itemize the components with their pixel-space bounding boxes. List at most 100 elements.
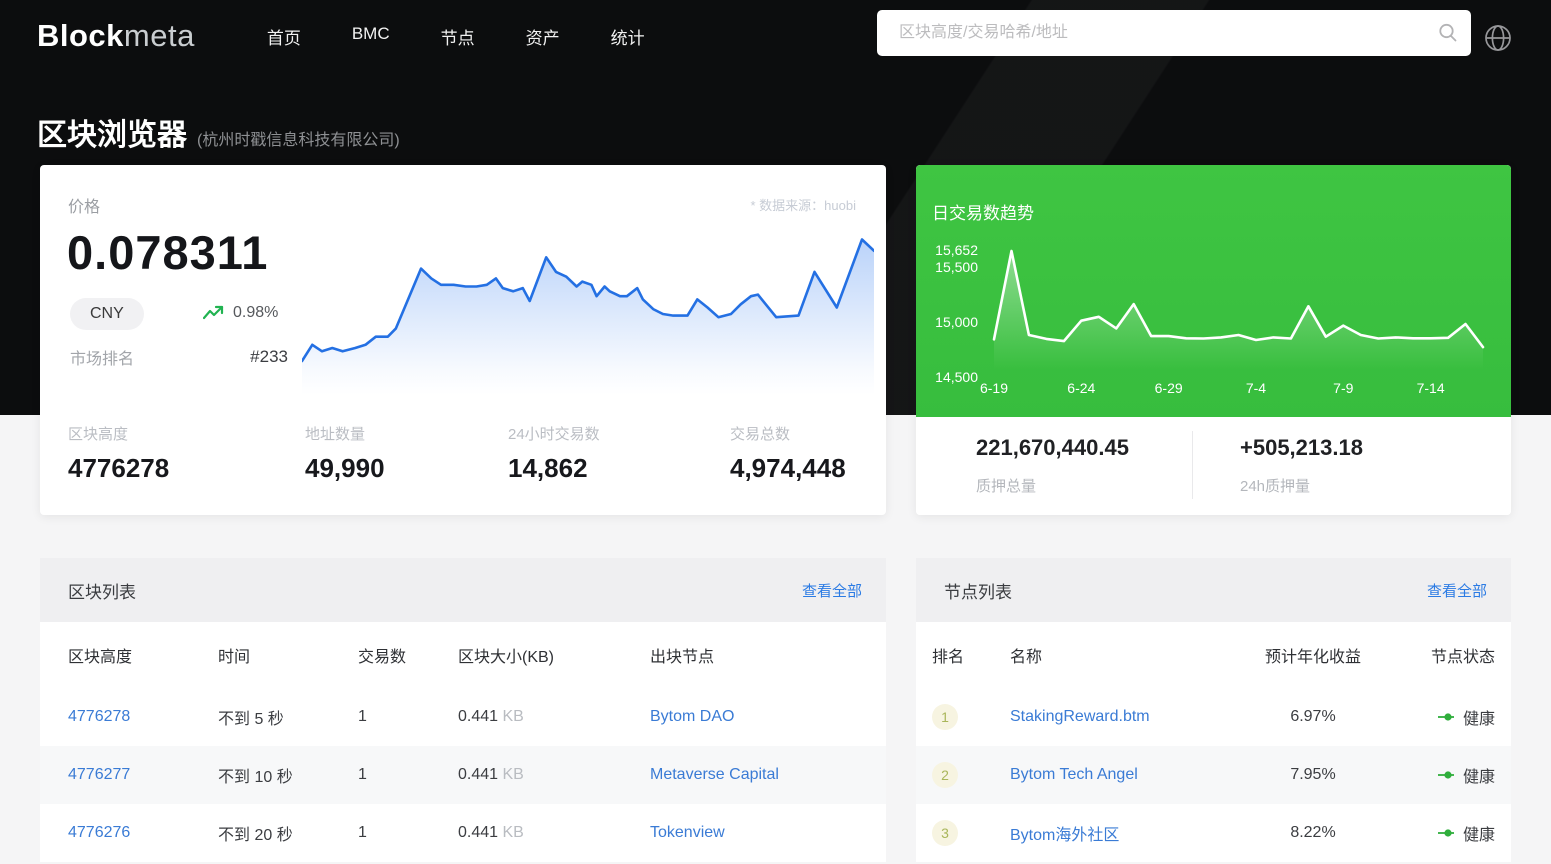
col-header-node: 出块节点	[650, 643, 886, 667]
stat-block-height: 区块高度 4776278	[68, 423, 305, 484]
block-list-title: 区块列表	[68, 578, 136, 603]
node-status-text: 健康	[1463, 821, 1495, 845]
nav-item-bmc[interactable]: BMC	[352, 24, 390, 49]
block-node-link[interactable]: Tokenview	[650, 824, 725, 841]
nav-item-stats[interactable]: 统计	[611, 24, 645, 49]
stat-total-tx: 交易总数 4,974,448	[730, 423, 866, 484]
block-height-link[interactable]: 4776277	[68, 766, 130, 783]
node-list-header: 节点列表 查看全部	[916, 558, 1511, 622]
block-size: 0.441	[458, 766, 498, 783]
chain-stats-row: 区块高度 4776278 地址数量 49,990 24小时交易数 14,862 …	[68, 423, 866, 484]
staking-total: 221,670,440.45 质押总量	[976, 435, 1129, 496]
trend-x-tick-label: 7-9	[1318, 380, 1368, 396]
col-header-name: 名称	[1010, 643, 1233, 667]
search-box	[877, 10, 1471, 56]
price-change: 0.98%	[203, 304, 278, 322]
market-rank-value: #233	[250, 347, 288, 367]
node-name-link[interactable]: Bytom海外社区	[1010, 827, 1119, 844]
node-table-header-row: 排名 名称 预计年化收益 节点状态	[916, 622, 1511, 688]
status-healthy-icon	[1437, 712, 1455, 722]
node-name-link[interactable]: StakingReward.btm	[1010, 708, 1150, 725]
block-time: 不到 5 秒	[218, 705, 358, 729]
node-table-row: 2 Bytom Tech Angel 7.95% 健康	[916, 746, 1511, 804]
block-height-link[interactable]: 4776278	[68, 708, 130, 725]
node-yield: 7.95%	[1233, 766, 1393, 784]
block-size-unit: KB	[503, 824, 524, 841]
block-node-link[interactable]: Metaverse Capital	[650, 766, 779, 783]
trending-up-icon	[203, 305, 225, 321]
currency-pill[interactable]: CNY	[70, 298, 144, 330]
node-status: 健康	[1393, 763, 1511, 787]
page-title: 区块浏览器	[37, 110, 187, 154]
trend-x-tick-label: 7-4	[1231, 380, 1281, 396]
trend-x-tick-label: 6-24	[1056, 380, 1106, 396]
block-txs: 1	[358, 708, 458, 726]
staking-24h: +505,213.18 24h质押量	[1240, 435, 1363, 496]
block-time: 不到 20 秒	[218, 821, 358, 845]
trend-chart-panel: 日交易数趋势 15,65215,50015,00014,500 6-196-24…	[916, 165, 1511, 417]
data-source-note: * 数据来源：huobi	[751, 195, 856, 214]
top-navigation-bar: Blockmeta 首页 BMC 节点 资产 统计	[0, 0, 1551, 72]
block-size-unit: KB	[503, 766, 524, 783]
stat-label: 区块高度	[68, 423, 305, 444]
price-value: 0.078311	[67, 225, 268, 280]
block-node-link[interactable]: Bytom DAO	[650, 708, 734, 725]
rank-badge: 3	[932, 820, 958, 846]
page-header: 区块浏览器 (杭州时戳信息科技有限公司)	[37, 110, 400, 154]
rank-badge: 1	[932, 704, 958, 730]
stat-address-count: 地址数量 49,990	[305, 423, 508, 484]
stat-label: 24小时交易数	[508, 423, 730, 444]
stat-24h-tx: 24小时交易数 14,862	[508, 423, 730, 484]
staking-24h-value: +505,213.18	[1240, 435, 1363, 461]
col-header-txs: 交易数	[358, 643, 458, 667]
col-header-status: 节点状态	[1393, 643, 1511, 667]
node-status: 健康	[1393, 705, 1511, 729]
nav-item-assets[interactable]: 资产	[526, 24, 560, 49]
trend-x-tick-label: 7-14	[1406, 380, 1456, 396]
page-subtitle: (杭州时戳信息科技有限公司)	[197, 126, 400, 150]
price-change-value: 0.98%	[233, 304, 278, 322]
node-yield: 6.97%	[1233, 708, 1393, 726]
col-header-time: 时间	[218, 643, 358, 667]
node-list-view-all-link[interactable]: 查看全部	[1427, 580, 1487, 601]
staking-stats: 221,670,440.45 质押总量 +505,213.18 24h质押量	[916, 417, 1511, 515]
col-header-rank: 排名	[932, 643, 1010, 667]
trend-x-tick-label: 6-19	[969, 380, 1019, 396]
globe-language-icon[interactable]	[1483, 23, 1513, 53]
node-list-section: 节点列表 查看全部 排名 名称 预计年化收益 节点状态 1 StakingRew…	[916, 558, 1511, 862]
block-time: 不到 10 秒	[218, 763, 358, 787]
nav-item-nodes[interactable]: 节点	[441, 24, 475, 49]
node-table-row: 3 Bytom海外社区 8.22% 健康	[916, 804, 1511, 862]
block-list-view-all-link[interactable]: 查看全部	[802, 580, 862, 601]
trend-y-tick-label: 15,500	[916, 259, 978, 275]
nav-item-home[interactable]: 首页	[267, 24, 301, 49]
search-input[interactable]	[877, 10, 1425, 56]
stat-value: 4,974,448	[730, 453, 866, 484]
block-size: 0.441	[458, 708, 498, 725]
vertical-divider	[1192, 431, 1193, 499]
node-yield: 8.22%	[1233, 824, 1393, 842]
block-table-row: 4776278 不到 5 秒 1 0.441 KB Bytom DAO	[40, 688, 886, 746]
block-list-header: 区块列表 查看全部	[40, 558, 886, 622]
block-txs: 1	[358, 766, 458, 784]
block-txs: 1	[358, 824, 458, 842]
rank-badge: 2	[932, 762, 958, 788]
block-height-link[interactable]: 4776276	[68, 824, 130, 841]
stat-value: 49,990	[305, 453, 508, 484]
node-table: 排名 名称 预计年化收益 节点状态 1 StakingReward.btm 6.…	[916, 622, 1511, 862]
trend-y-tick-label: 15,652	[916, 242, 978, 258]
node-list-title: 节点列表	[944, 578, 1012, 603]
node-name-link[interactable]: Bytom Tech Angel	[1010, 766, 1138, 783]
col-header-yield: 预计年化收益	[1233, 643, 1393, 667]
market-rank-label: 市场排名	[70, 345, 134, 369]
block-table: 区块高度 时间 交易数 区块大小(KB) 出块节点 4776278 不到 5 秒…	[40, 622, 886, 862]
price-trend-chart	[302, 233, 874, 400]
brand-logo[interactable]: Blockmeta	[37, 18, 195, 54]
node-table-row: 1 StakingReward.btm 6.97% 健康	[916, 688, 1511, 746]
col-header-size: 区块大小(KB)	[458, 643, 650, 667]
block-table-row: 4776276 不到 20 秒 1 0.441 KB Tokenview	[40, 804, 886, 862]
search-icon[interactable]	[1425, 10, 1471, 56]
node-status: 健康	[1393, 821, 1511, 845]
logo-bold-part: Block	[37, 18, 124, 53]
block-table-header-row: 区块高度 时间 交易数 区块大小(KB) 出块节点	[40, 622, 886, 688]
